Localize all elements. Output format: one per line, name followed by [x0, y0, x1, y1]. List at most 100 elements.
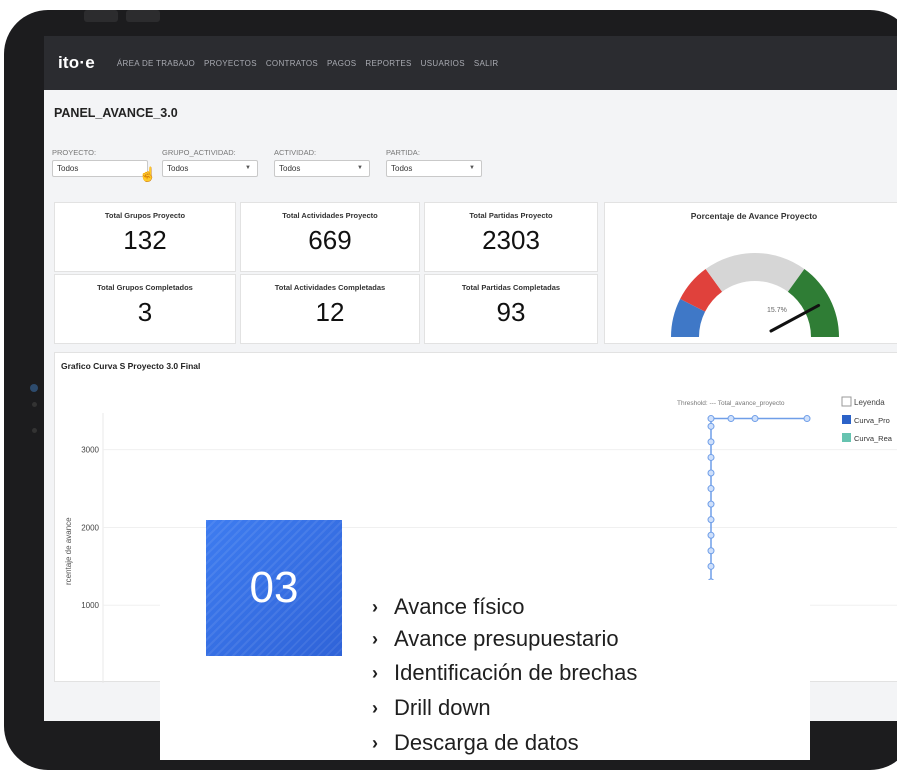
nav-reportes[interactable]: REPORTES — [365, 59, 411, 68]
y-tick-label: 2000 — [81, 523, 99, 532]
y-tick-label: 1000 — [81, 601, 99, 610]
nav-proyectos[interactable]: PROYECTOS — [204, 59, 257, 68]
data-point — [707, 516, 715, 524]
data-point — [707, 422, 715, 430]
data-point — [707, 500, 715, 508]
feature-text: Descarga de datos — [394, 730, 579, 755]
kpi-card-actividades-proyecto: Total Actividades Proyecto 669 — [240, 202, 420, 272]
feature-text: Drill down — [394, 695, 491, 720]
kpi-card-grupos-proyecto: Total Grupos Proyecto 132 — [54, 202, 236, 272]
kpi-value: 3 — [137, 297, 153, 327]
kpi-value: 132 — [123, 225, 167, 255]
threshold-legend: Threshold: --- Total_avance_proyecto — [677, 400, 785, 407]
feature-text: Avance físico — [394, 594, 525, 619]
feature-item: › Identificación de brechas — [372, 660, 637, 686]
page-title: PANEL_AVANCE_3.0 — [54, 106, 178, 120]
data-point — [707, 562, 715, 570]
gauge-value-label: 15.7% — [767, 307, 787, 314]
select-value: Todos — [57, 164, 79, 173]
kpi-title: Total Grupos Proyecto — [104, 211, 186, 220]
filter-label: PARTIDA: — [386, 148, 420, 157]
data-point — [751, 415, 759, 423]
kpi-title: Total Partidas Proyecto — [469, 211, 553, 220]
nav-salir[interactable]: SALIR — [474, 59, 499, 68]
chevron-down-icon: ▼ — [245, 165, 251, 171]
sensor-dot — [32, 402, 37, 407]
feature-text: Avance presupuestario — [394, 626, 619, 651]
kpi-title: Total Actividades Completadas — [274, 283, 386, 292]
hand-cursor-icon: ☝ — [139, 166, 157, 182]
nav-usuarios[interactable]: USUARIOS — [421, 59, 465, 68]
select-value: Todos — [279, 164, 301, 173]
gauge-card: Porcentaje de Avance Proyecto 15.7% — [604, 202, 897, 344]
kpi-title: Total Partidas Completadas — [461, 283, 561, 292]
kpi-title: Total Actividades Proyecto — [282, 211, 378, 220]
legend-toggle-checkbox[interactable] — [841, 396, 852, 407]
data-point — [707, 453, 715, 461]
y-axis-label: rcentaje de avance — [64, 517, 73, 585]
nav-area-de-trabajo[interactable]: ÁREA DE TRABAJO — [117, 59, 195, 68]
kpi-value: 12 — [315, 297, 345, 327]
kpi-title: Total Grupos Completados — [97, 283, 193, 292]
gauge-title: Porcentaje de Avance Proyecto — [690, 211, 818, 221]
feature-text: Identificación de brechas — [394, 660, 638, 685]
data-point — [707, 485, 715, 493]
actividad-select[interactable]: Todos ▼ — [274, 160, 370, 177]
feature-item: › Descarga de datos — [372, 730, 579, 756]
feature-item: › Drill down — [372, 695, 491, 721]
feature-item: › Avance físico — [372, 594, 524, 620]
filter-label: GRUPO_ACTIVIDAD: — [162, 148, 236, 157]
filter-actividad: ACTIVIDAD: Todos ▼ — [274, 148, 370, 177]
filter-label: PROYECTO: — [52, 148, 97, 157]
chevron-down-icon: ▼ — [357, 165, 363, 171]
badge-number: 03 — [249, 563, 299, 612]
volume-button — [84, 10, 118, 22]
chevron-right-icon: › — [372, 628, 378, 649]
data-point — [803, 415, 811, 423]
grupo-actividad-select[interactable]: Todos ▼ — [162, 160, 258, 177]
partida-select[interactable]: Todos ▼ — [386, 160, 482, 177]
kpi-card-partidas-completadas: Total Partidas Completadas 93 — [424, 274, 598, 344]
kpi-value: 2303 — [482, 225, 540, 255]
chevron-right-icon: › — [372, 596, 378, 617]
kpi-card-grupos-completados: Total Grupos Completados 3 — [54, 274, 236, 344]
kpi-card-actividades-completadas: Total Actividades Completadas 12 — [240, 274, 420, 344]
power-button — [126, 10, 160, 22]
kpi-value: 93 — [496, 297, 526, 327]
data-point — [707, 531, 715, 539]
nav-contratos[interactable]: CONTRATOS — [266, 59, 318, 68]
proyecto-select[interactable]: Todos — [52, 160, 148, 177]
data-point — [707, 415, 715, 423]
gauge-segment-gray — [705, 253, 805, 292]
gauge-chart: 15.7% — [671, 253, 839, 337]
chevron-right-icon: › — [372, 732, 378, 753]
chevron-down-icon: ▼ — [469, 165, 475, 171]
nav-pagos[interactable]: PAGOS — [327, 59, 356, 68]
filter-proyecto: PROYECTO: Todos — [52, 148, 148, 177]
y-tick-label: 3000 — [81, 446, 99, 455]
legend-swatch-curva-rea[interactable] — [842, 433, 851, 442]
data-point — [707, 469, 715, 477]
legend-swatch-curva-pro[interactable] — [842, 415, 851, 424]
kpi-card-partidas-proyecto: Total Partidas Proyecto 2303 — [424, 202, 598, 272]
legend-item-curva-rea[interactable]: Curva_Rea — [854, 434, 893, 443]
filter-grupo-actividad: GRUPO_ACTIVIDAD: Todos ▼ — [162, 148, 258, 177]
camera-icon — [30, 384, 38, 392]
step-badge: 03 — [206, 520, 342, 656]
select-value: Todos — [167, 164, 189, 173]
legend-title: Leyenda — [854, 398, 885, 407]
feature-item: › Avance presupuestario — [372, 626, 619, 652]
filter-label: ACTIVIDAD: — [274, 148, 317, 157]
sensor-dot — [32, 428, 37, 433]
top-navbar: ito·e ÁREA DE TRABAJO PROYECTOS CONTRATO… — [44, 36, 897, 90]
data-point — [707, 547, 715, 555]
app-logo[interactable]: ito·e — [58, 53, 95, 73]
data-point — [727, 415, 735, 423]
data-point — [707, 438, 715, 446]
filter-partida: PARTIDA: Todos ▼ — [386, 148, 482, 177]
chevron-right-icon: › — [372, 697, 378, 718]
kpi-value: 669 — [308, 225, 352, 255]
select-value: Todos — [391, 164, 413, 173]
legend-item-curva-pro[interactable]: Curva_Pro — [854, 416, 890, 425]
chevron-right-icon: › — [372, 662, 378, 683]
